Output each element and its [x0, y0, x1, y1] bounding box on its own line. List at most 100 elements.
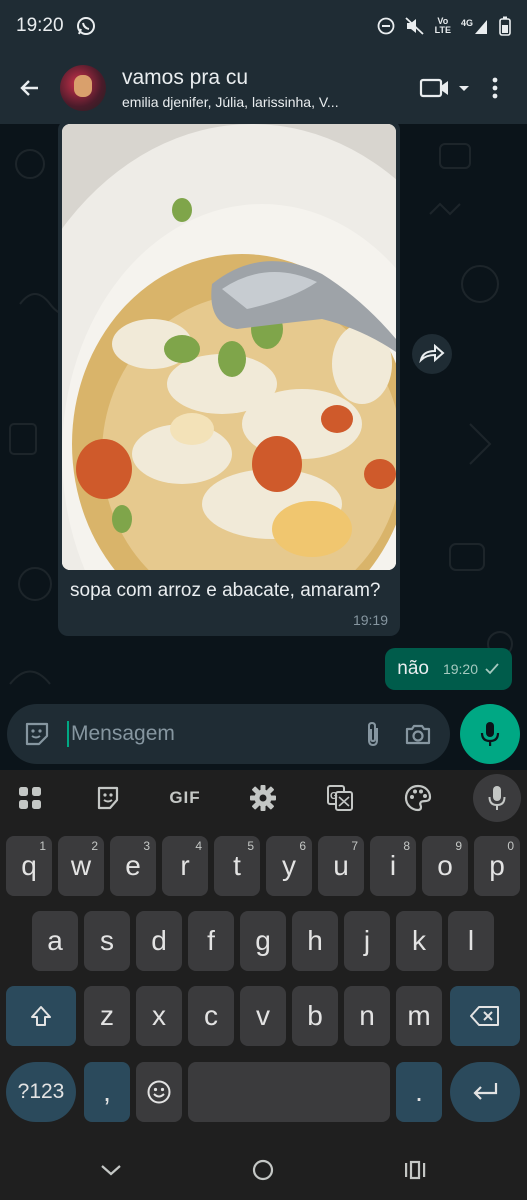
- nav-home-button[interactable]: [243, 1152, 283, 1188]
- back-arrow-icon: [20, 80, 38, 96]
- sent-check-icon: [485, 663, 499, 675]
- shift-icon: [31, 1006, 51, 1026]
- kb-apps-button[interactable]: [8, 776, 52, 820]
- key-b[interactable]: b: [292, 986, 338, 1046]
- key-hint: 4: [195, 839, 202, 853]
- sticker-icon: [25, 722, 49, 746]
- key-i[interactable]: i8: [370, 836, 416, 896]
- sticker-button[interactable]: [23, 720, 51, 748]
- key-j[interactable]: j: [344, 911, 390, 971]
- mic-icon: [488, 786, 506, 810]
- key-label: y: [282, 850, 296, 881]
- system-nav-bar: [0, 1140, 527, 1200]
- key-g[interactable]: g: [240, 911, 286, 971]
- mute-icon: [405, 17, 425, 35]
- kb-settings-button[interactable]: [241, 776, 285, 820]
- key-a[interactable]: a: [32, 911, 78, 971]
- space-key[interactable]: [188, 1062, 390, 1122]
- clipboard-icon: [97, 786, 119, 810]
- camera-icon: [405, 724, 431, 745]
- key-k[interactable]: k: [396, 911, 442, 971]
- chevron-down-icon: [101, 1165, 121, 1176]
- network-volte-label: Vo LTE: [434, 16, 451, 35]
- more-options-button[interactable]: [475, 52, 515, 124]
- key-s[interactable]: s: [84, 911, 130, 971]
- recents-icon: [405, 1160, 426, 1180]
- svg-text:G: G: [330, 791, 338, 802]
- key-label: w: [70, 850, 92, 881]
- key-z[interactable]: z: [84, 986, 130, 1046]
- key-m[interactable]: m: [396, 986, 442, 1046]
- enter-key[interactable]: [450, 1062, 520, 1122]
- home-icon: [252, 1159, 274, 1181]
- message-input-bar[interactable]: Mensagem: [7, 704, 450, 764]
- more-icon: [492, 77, 498, 99]
- key-r[interactable]: r4: [162, 836, 208, 896]
- key-hint: 1: [39, 839, 46, 853]
- signal-icon: 4G: [461, 17, 489, 35]
- attach-button[interactable]: [364, 720, 382, 748]
- back-button[interactable]: [0, 52, 60, 124]
- key-v[interactable]: v: [240, 986, 286, 1046]
- group-avatar[interactable]: [60, 65, 106, 111]
- message-time: 19:19: [352, 612, 388, 628]
- camera-button[interactable]: [404, 722, 432, 746]
- key-w[interactable]: w2: [58, 836, 104, 896]
- status-time: 19:20: [16, 15, 64, 36]
- kb-gif-button[interactable]: GIF: [163, 776, 207, 820]
- group-title: vamos pra cu: [122, 66, 249, 89]
- emoji-icon: [147, 1080, 171, 1104]
- dnd-icon: [377, 17, 395, 35]
- key-q[interactable]: q1: [6, 836, 52, 896]
- apps-grid-icon: [19, 787, 41, 809]
- outgoing-message-text: não: [397, 658, 429, 679]
- kb-voice-input-button[interactable]: [473, 774, 521, 822]
- text-caret: [67, 721, 69, 747]
- key-hint: 5: [247, 839, 254, 853]
- key-hint: 3: [143, 839, 150, 853]
- comma-key[interactable]: ,: [84, 1062, 130, 1122]
- message-photo[interactable]: [62, 124, 396, 570]
- emoji-key[interactable]: [136, 1062, 182, 1122]
- key-label: r: [180, 850, 190, 881]
- key-o[interactable]: o9: [422, 836, 468, 896]
- key-label: e: [125, 850, 141, 881]
- incoming-image-message[interactable]: sopa com arroz e abacate, amaram? 19:19: [58, 124, 400, 636]
- key-hint: 7: [351, 839, 358, 853]
- forward-button[interactable]: [412, 334, 452, 374]
- nav-recents-button[interactable]: [395, 1152, 435, 1188]
- shift-key[interactable]: [6, 986, 76, 1046]
- kb-clipboard-button[interactable]: [86, 776, 130, 820]
- key-p[interactable]: p0: [474, 836, 520, 896]
- key-c[interactable]: c: [188, 986, 234, 1046]
- message-input-placeholder[interactable]: Mensagem: [71, 722, 342, 746]
- key-t[interactable]: t5: [214, 836, 260, 896]
- voice-message-button[interactable]: [460, 704, 520, 764]
- video-call-button[interactable]: [413, 52, 475, 124]
- kb-translate-button[interactable]: G: [318, 776, 362, 820]
- chat-header: vamos pra cu emilia djenifer, Júlia, lar…: [0, 52, 527, 124]
- symbols-key[interactable]: ?123: [6, 1062, 76, 1122]
- nav-hide-keyboard-button[interactable]: [91, 1152, 131, 1188]
- palette-icon: [404, 784, 432, 812]
- key-f[interactable]: f: [188, 911, 234, 971]
- backspace-key[interactable]: [450, 986, 520, 1046]
- key-e[interactable]: e3: [110, 836, 156, 896]
- key-x[interactable]: x: [136, 986, 182, 1046]
- whatsapp-icon: [76, 16, 96, 36]
- chat-area[interactable]: sopa com arroz e abacate, amaram? 19:19 …: [0, 124, 527, 704]
- key-u[interactable]: u7: [318, 836, 364, 896]
- key-n[interactable]: n: [344, 986, 390, 1046]
- key-label: q: [21, 850, 37, 881]
- video-call-icon: [419, 78, 469, 98]
- chat-title-block[interactable]: vamos pra cu emilia djenifer, Júlia, lar…: [122, 66, 413, 110]
- key-h[interactable]: h: [292, 911, 338, 971]
- key-d[interactable]: d: [136, 911, 182, 971]
- outgoing-message-time: 19:20: [442, 661, 478, 677]
- key-l[interactable]: l: [448, 911, 494, 971]
- outgoing-message[interactable]: não 19:20: [385, 648, 512, 690]
- key-hint: 8: [403, 839, 410, 853]
- period-key[interactable]: .: [396, 1062, 442, 1122]
- kb-theme-button[interactable]: [396, 776, 440, 820]
- key-y[interactable]: y6: [266, 836, 312, 896]
